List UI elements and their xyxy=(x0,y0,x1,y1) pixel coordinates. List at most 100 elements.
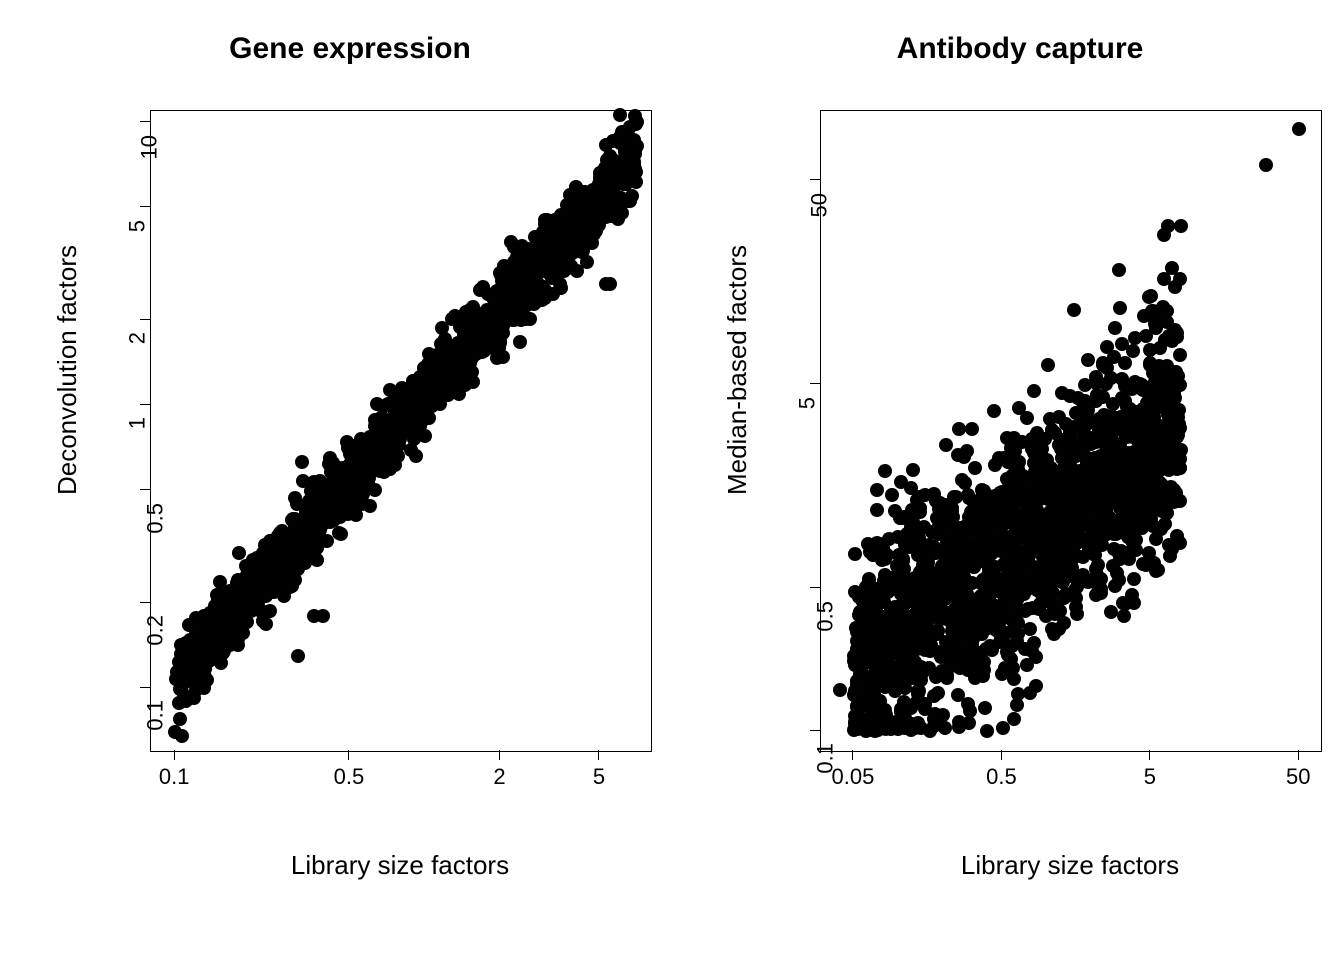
ylabel-left: Deconvolution factors xyxy=(52,160,83,580)
x-tick xyxy=(499,750,500,760)
data-point xyxy=(870,483,884,497)
data-point xyxy=(1035,442,1049,456)
y-tick xyxy=(810,587,820,588)
data-point xyxy=(978,701,992,715)
y-tick xyxy=(140,319,150,320)
data-point xyxy=(874,714,888,728)
y-tick-label: 1 xyxy=(124,417,150,429)
data-point xyxy=(1174,219,1188,233)
data-point xyxy=(1007,672,1021,686)
data-point xyxy=(268,579,282,593)
data-point xyxy=(898,621,912,635)
data-point xyxy=(933,582,947,596)
y-tick xyxy=(140,687,150,688)
data-point xyxy=(1029,679,1043,693)
data-point xyxy=(1150,432,1164,446)
x-tick-label: 2 xyxy=(493,764,505,790)
data-point xyxy=(326,456,340,470)
data-point xyxy=(1172,443,1186,457)
data-point xyxy=(560,198,574,212)
data-point xyxy=(909,696,923,710)
data-point xyxy=(629,117,643,131)
data-point xyxy=(877,647,891,661)
y-tick-label: 50 xyxy=(806,193,832,217)
data-point xyxy=(1106,410,1120,424)
data-point xyxy=(254,590,268,604)
y-tick xyxy=(810,179,820,180)
data-point xyxy=(1154,522,1168,536)
data-point xyxy=(958,476,972,490)
data-point xyxy=(1055,386,1069,400)
data-point xyxy=(1104,605,1118,619)
data-point xyxy=(263,604,277,618)
y-tick-label: 5 xyxy=(124,220,150,232)
data-point xyxy=(980,724,994,738)
data-point xyxy=(1023,622,1037,636)
data-point xyxy=(923,724,937,738)
xlabel-left: Library size factors xyxy=(150,850,650,881)
data-point xyxy=(1066,510,1080,524)
y-tick-label: 0.1 xyxy=(143,700,169,731)
data-point xyxy=(595,185,609,199)
data-point xyxy=(288,491,302,505)
y-tick xyxy=(140,206,150,207)
data-point xyxy=(900,572,914,586)
data-point xyxy=(513,335,527,349)
y-tick-label: 0.5 xyxy=(813,601,839,632)
data-point xyxy=(912,490,926,504)
data-point xyxy=(1009,454,1023,468)
data-point xyxy=(1112,263,1126,277)
data-point xyxy=(334,527,348,541)
data-point xyxy=(288,559,302,573)
data-point xyxy=(1037,536,1051,550)
panel-antibody-capture: Antibody capture Median-based factors Li… xyxy=(700,20,1340,940)
data-point xyxy=(1000,501,1014,515)
data-point xyxy=(904,520,918,534)
data-point xyxy=(1092,423,1106,437)
data-point xyxy=(1146,400,1160,414)
data-point xyxy=(458,378,472,392)
data-point xyxy=(1142,479,1156,493)
data-point xyxy=(987,404,1001,418)
y-tick xyxy=(140,121,150,122)
data-point xyxy=(1020,411,1034,425)
data-point xyxy=(1043,412,1057,426)
data-point xyxy=(1008,605,1022,619)
data-point xyxy=(892,601,906,615)
data-point xyxy=(1029,650,1043,664)
data-point xyxy=(922,593,936,607)
data-point xyxy=(956,540,970,554)
data-point xyxy=(869,627,883,641)
data-point xyxy=(885,633,899,647)
x-tick-label: 5 xyxy=(1144,764,1156,790)
data-point xyxy=(993,627,1007,641)
data-point xyxy=(1160,484,1174,498)
data-point xyxy=(1259,158,1273,172)
y-tick-label: 10 xyxy=(136,135,162,159)
panel-gene-expression: Gene expression Deconvolution factors Li… xyxy=(30,20,670,940)
data-point xyxy=(1077,436,1091,450)
y-tick xyxy=(140,404,150,405)
x-tick xyxy=(174,750,175,760)
data-point xyxy=(173,712,187,726)
data-point xyxy=(870,503,884,517)
data-point xyxy=(625,189,639,203)
data-point xyxy=(1081,353,1095,367)
data-point xyxy=(967,496,981,510)
data-point xyxy=(833,683,847,697)
x-tick xyxy=(1001,750,1002,760)
x-tick xyxy=(1298,750,1299,760)
data-point xyxy=(951,688,965,702)
data-point xyxy=(1108,579,1122,593)
data-point xyxy=(1084,535,1098,549)
y-tick-label: 0.2 xyxy=(143,615,169,646)
data-point xyxy=(603,277,617,291)
data-point xyxy=(439,385,453,399)
y-tick-label: 5 xyxy=(794,397,820,409)
data-point xyxy=(1070,549,1084,563)
xlabel-right: Library size factors xyxy=(820,850,1320,881)
x-tick xyxy=(348,750,349,760)
data-point xyxy=(1108,321,1122,335)
data-point xyxy=(409,449,423,463)
data-point xyxy=(1027,384,1041,398)
